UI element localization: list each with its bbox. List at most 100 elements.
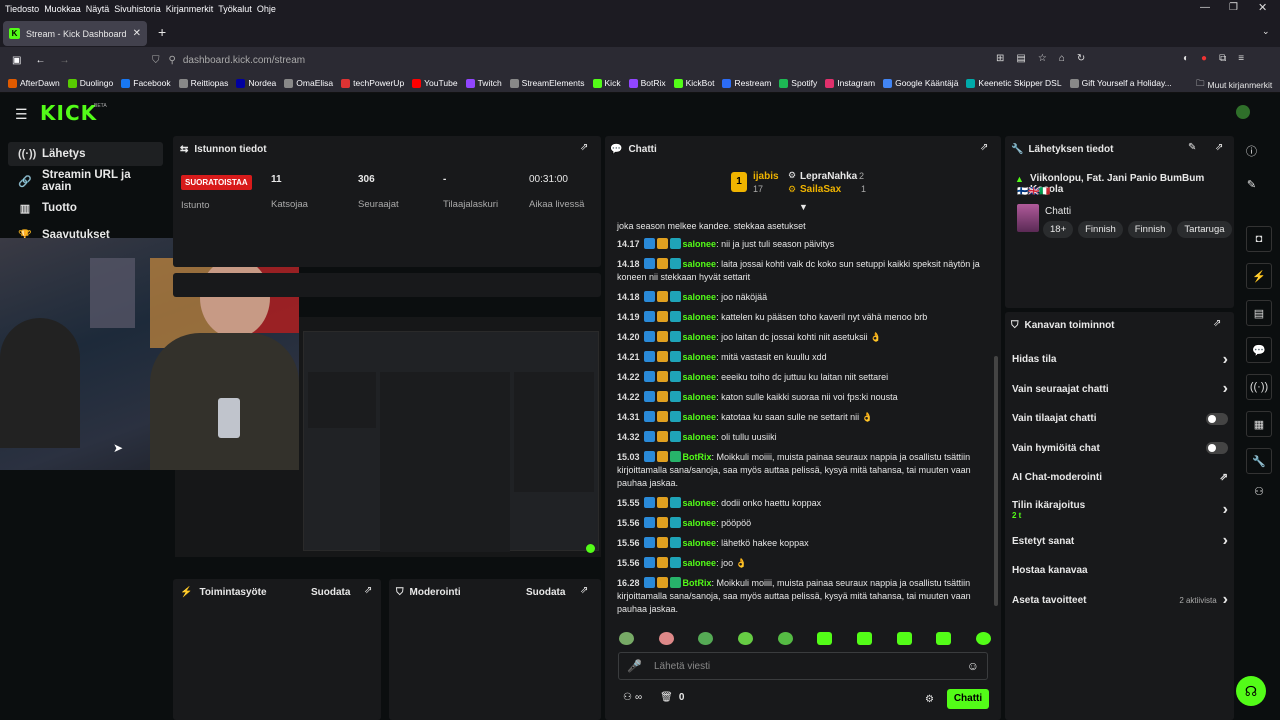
page-info-icon[interactable]: ⚲ (169, 55, 176, 66)
support-headset-icon[interactable]: ☊ (1236, 676, 1266, 706)
leader-name[interactable]: SailaSax (800, 184, 841, 195)
message-username[interactable]: salonee (683, 292, 717, 302)
translate-icon[interactable]: ⊞ (996, 53, 1004, 64)
menu-item[interactable]: Muokkaa (44, 4, 81, 14)
bookmark-item[interactable]: YouTube (412, 78, 458, 88)
message-username[interactable]: BotRix (683, 452, 712, 462)
bookmark-item[interactable]: OmaElisa (284, 78, 333, 88)
kick-logo[interactable]: KICK (40, 101, 97, 125)
hamburger-menu-icon[interactable]: ☰ (15, 106, 28, 123)
emoji-icon[interactable]: ☺ (967, 659, 979, 673)
leader-name[interactable]: ijabis (753, 171, 779, 182)
channel-action-item[interactable]: Hostaa kanavaa (1012, 556, 1228, 586)
message-username[interactable]: salonee (683, 432, 717, 442)
users-icon[interactable]: ⚇ (623, 692, 632, 703)
channel-action-item[interactable]: Aseta tavoitteet 2 aktiivista › (1012, 586, 1228, 616)
emote-icon[interactable] (896, 632, 912, 645)
bookmark-item[interactable]: KickBot (673, 78, 714, 88)
moderation-filter-button[interactable]: Suodata (526, 587, 565, 598)
channel-action-item[interactable]: Tilin ikärajoitus 2 t › (1012, 493, 1228, 527)
close-window-icon[interactable]: ✕ (1258, 1, 1267, 14)
popout-icon[interactable]: ⇗ (980, 142, 988, 153)
channel-action-item[interactable]: Vain hymiöitä chat (1012, 434, 1228, 464)
emote-icon[interactable] (737, 632, 753, 645)
message-username[interactable]: salonee (683, 392, 717, 402)
bookmark-item[interactable]: Kick (592, 78, 621, 88)
app-menu-icon[interactable]: ≡ (1238, 53, 1244, 64)
home-icon[interactable]: ⌂ (1059, 53, 1065, 64)
channel-action-item[interactable]: Vain tilaajat chatti (1012, 404, 1228, 434)
reader-icon[interactable]: ▤ (1016, 53, 1025, 64)
info-icon[interactable]: ⓘ (1246, 143, 1257, 159)
mic-icon[interactable]: 🎤 (627, 659, 642, 673)
emote-icon[interactable] (856, 632, 872, 645)
lightning-icon[interactable]: ⚡ (1246, 263, 1272, 289)
category-thumbnail[interactable] (1017, 204, 1039, 232)
message-username[interactable]: salonee (683, 412, 717, 422)
popout-icon[interactable]: ⇗ (364, 585, 372, 596)
channel-action-item[interactable]: Hidas tila › (1012, 345, 1228, 375)
camera-icon[interactable]: ◘ (1246, 226, 1272, 252)
message-username[interactable]: salonee (683, 259, 717, 269)
message-username[interactable]: salonee (683, 352, 717, 362)
message-username[interactable]: salonee (683, 498, 717, 508)
avatar[interactable] (1236, 105, 1250, 119)
bookmark-item[interactable]: techPowerUp (341, 78, 404, 88)
settings-icon[interactable]: ⚙ (925, 694, 934, 705)
bookmark-item[interactable]: Restream (722, 78, 771, 88)
emote-icon[interactable] (698, 632, 714, 645)
document-icon[interactable]: ▤ (1246, 300, 1272, 326)
bookmark-item[interactable]: Duolingo (67, 78, 113, 88)
broadcast-icon[interactable]: ((·)) (1246, 374, 1272, 400)
trash-icon[interactable]: 🗑 (660, 692, 673, 703)
sidebar-item-revenue[interactable]: ▥ Tuotto (8, 196, 163, 220)
channel-action-item[interactable]: Estetyt sanat › (1012, 527, 1228, 557)
browser-tab[interactable]: K Stream - Kick Dashboard ✕ (3, 21, 147, 46)
emote-icon[interactable] (658, 632, 674, 645)
menu-item[interactable]: Kirjanmerkit (166, 4, 214, 14)
bookmark-item[interactable]: BotRix (628, 78, 666, 88)
activity-filter-button[interactable]: Suodata (311, 587, 350, 598)
leader-name[interactable]: LepraNahka (800, 171, 857, 182)
bookmark-star-icon[interactable]: ☆ (1038, 53, 1047, 64)
sidebar-toggle-icon[interactable]: ▣ (12, 55, 21, 66)
new-tab-icon[interactable]: + (158, 24, 166, 40)
layout-icon[interactable]: ▦ (1246, 411, 1272, 437)
emote-icon[interactable] (777, 632, 793, 645)
tab-list-icon[interactable]: ⌄ (1262, 26, 1270, 37)
bookmark-item[interactable]: Facebook (121, 78, 171, 88)
close-tab-icon[interactable]: ✕ (133, 28, 141, 39)
chat-input[interactable]: 🎤 Lähetä viesti ☺ (618, 652, 988, 680)
edit-icon[interactable]: ✎ (1246, 178, 1257, 191)
maximize-icon[interactable]: ❐ (1229, 2, 1238, 13)
message-username[interactable]: salonee (683, 239, 717, 249)
message-username[interactable]: salonee (683, 332, 717, 342)
emote-icon[interactable] (936, 632, 952, 645)
bookmark-item[interactable]: Nordea (236, 78, 276, 88)
channel-action-item[interactable]: AI Chat-moderointi ⇗ (1012, 463, 1228, 493)
menu-item[interactable]: Näytä (86, 4, 110, 14)
bookmark-item[interactable]: Google Kääntäjä (883, 78, 958, 88)
account-icon[interactable]: ◐ (1183, 53, 1189, 64)
emote-icon[interactable] (817, 632, 833, 645)
category-name[interactable]: Chatti (1045, 206, 1071, 217)
bookmark-item[interactable]: Spotify (779, 78, 817, 88)
bookmark-item[interactable]: Gift Yourself a Holiday... (1069, 78, 1172, 88)
message-username[interactable]: salonee (683, 518, 717, 528)
message-username[interactable]: salonee (683, 312, 717, 322)
menu-item[interactable]: Tiedosto (5, 4, 39, 14)
chat-bubble-icon[interactable]: 💬 (1246, 337, 1272, 363)
emote-icon[interactable] (975, 632, 991, 645)
other-bookmarks[interactable]: 🗀 Muut kirjanmerkit (1196, 78, 1272, 92)
extension-icon[interactable]: ● (1201, 53, 1207, 64)
popout-icon[interactable]: ⇗ (580, 142, 588, 153)
menu-item[interactable]: Työkalut (218, 4, 252, 14)
popout-icon[interactable]: ⇗ (1213, 318, 1221, 329)
bookmark-item[interactable]: Instagram (825, 78, 875, 88)
forward-icon[interactable]: → (59, 55, 69, 66)
message-username[interactable]: salonee (683, 538, 717, 548)
edit-icon[interactable]: ✎ (1188, 142, 1196, 153)
message-username[interactable]: salonee (683, 558, 717, 568)
bookmark-item[interactable]: Keenetic Skipper DSL (966, 78, 1062, 88)
bookmark-item[interactable]: AfterDawn (8, 78, 60, 88)
